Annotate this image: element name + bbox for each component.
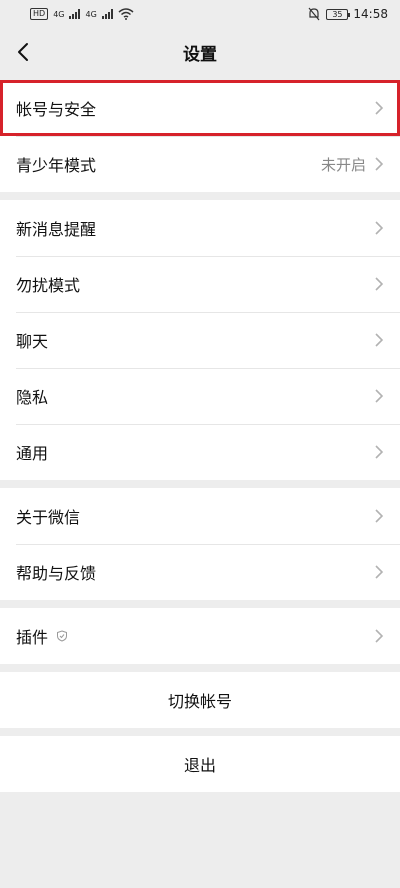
row-chat[interactable]: 聊天: [0, 312, 400, 368]
signal-icon: [69, 9, 81, 19]
row-teen-mode[interactable]: 青少年模式 未开启: [0, 136, 400, 192]
row-label: 关于微信: [16, 508, 81, 527]
row-label: 新消息提醒: [16, 220, 97, 239]
row-value: 未开启: [320, 155, 366, 174]
mute-bell-icon: [308, 7, 320, 21]
logout-button[interactable]: 退出: [0, 736, 400, 792]
row-label: 青少年模式: [16, 156, 97, 175]
row-label: 通用: [16, 444, 49, 463]
row-privacy[interactable]: 隐私: [0, 368, 400, 424]
row-label: 帐号与安全: [16, 100, 97, 119]
row-account-security[interactable]: 帐号与安全: [0, 80, 400, 136]
row-label: 勿扰模式: [16, 276, 81, 295]
settings-group-account: 帐号与安全 青少年模式 未开启: [0, 80, 400, 192]
switch-account-button[interactable]: 切换帐号: [0, 672, 400, 728]
chevron-right-icon: [375, 509, 384, 523]
row-plugins[interactable]: 插件: [0, 608, 400, 664]
divider: [0, 480, 400, 488]
row-about-wechat[interactable]: 关于微信: [0, 488, 400, 544]
hd-badge: HD: [30, 8, 49, 20]
chevron-right-icon: [375, 157, 384, 171]
row-label: 隐私: [16, 388, 49, 407]
row-help-feedback[interactable]: 帮助与反馈: [0, 544, 400, 600]
divider: [0, 600, 400, 608]
row-general[interactable]: 通用: [0, 424, 400, 480]
nav-bar: 设置: [0, 28, 400, 76]
shield-icon: [57, 630, 68, 642]
settings-group-general: 新消息提醒 勿扰模式 聊天 隐私 通用: [0, 200, 400, 480]
chevron-right-icon: [375, 445, 384, 459]
status-right: 35 14:58: [307, 7, 388, 21]
divider: [0, 664, 400, 672]
chevron-right-icon: [375, 333, 384, 347]
chevron-right-icon: [375, 629, 384, 643]
battery-icon: 35: [326, 8, 351, 20]
network-label-1: 4G: [53, 9, 65, 19]
wifi-icon: [118, 8, 134, 20]
clock: 14:58: [353, 7, 388, 21]
signal-icon-2: [101, 9, 113, 19]
chevron-right-icon: [375, 565, 384, 579]
divider: [0, 728, 400, 736]
chevron-right-icon: [375, 101, 384, 115]
chevron-right-icon: [375, 389, 384, 403]
back-arrow-icon[interactable]: [12, 40, 36, 64]
status-left: HD 4G 4G: [30, 8, 134, 20]
divider: [0, 192, 400, 200]
network-label-2: 4G: [85, 9, 97, 19]
chevron-right-icon: [375, 221, 384, 235]
row-do-not-disturb[interactable]: 勿扰模式: [0, 256, 400, 312]
row-new-message-alerts[interactable]: 新消息提醒: [0, 200, 400, 256]
chevron-right-icon: [375, 277, 384, 291]
row-label: 插件: [16, 628, 49, 647]
row-label: 帮助与反馈: [16, 564, 97, 583]
row-label: 聊天: [16, 332, 49, 351]
settings-group-plugins: 插件: [0, 608, 400, 664]
settings-group-about: 关于微信 帮助与反馈: [0, 488, 400, 600]
row-label-wrap: 插件: [16, 624, 374, 648]
status-bar: HD 4G 4G 35 14:58: [0, 0, 400, 28]
page-title: 设置: [183, 44, 217, 65]
